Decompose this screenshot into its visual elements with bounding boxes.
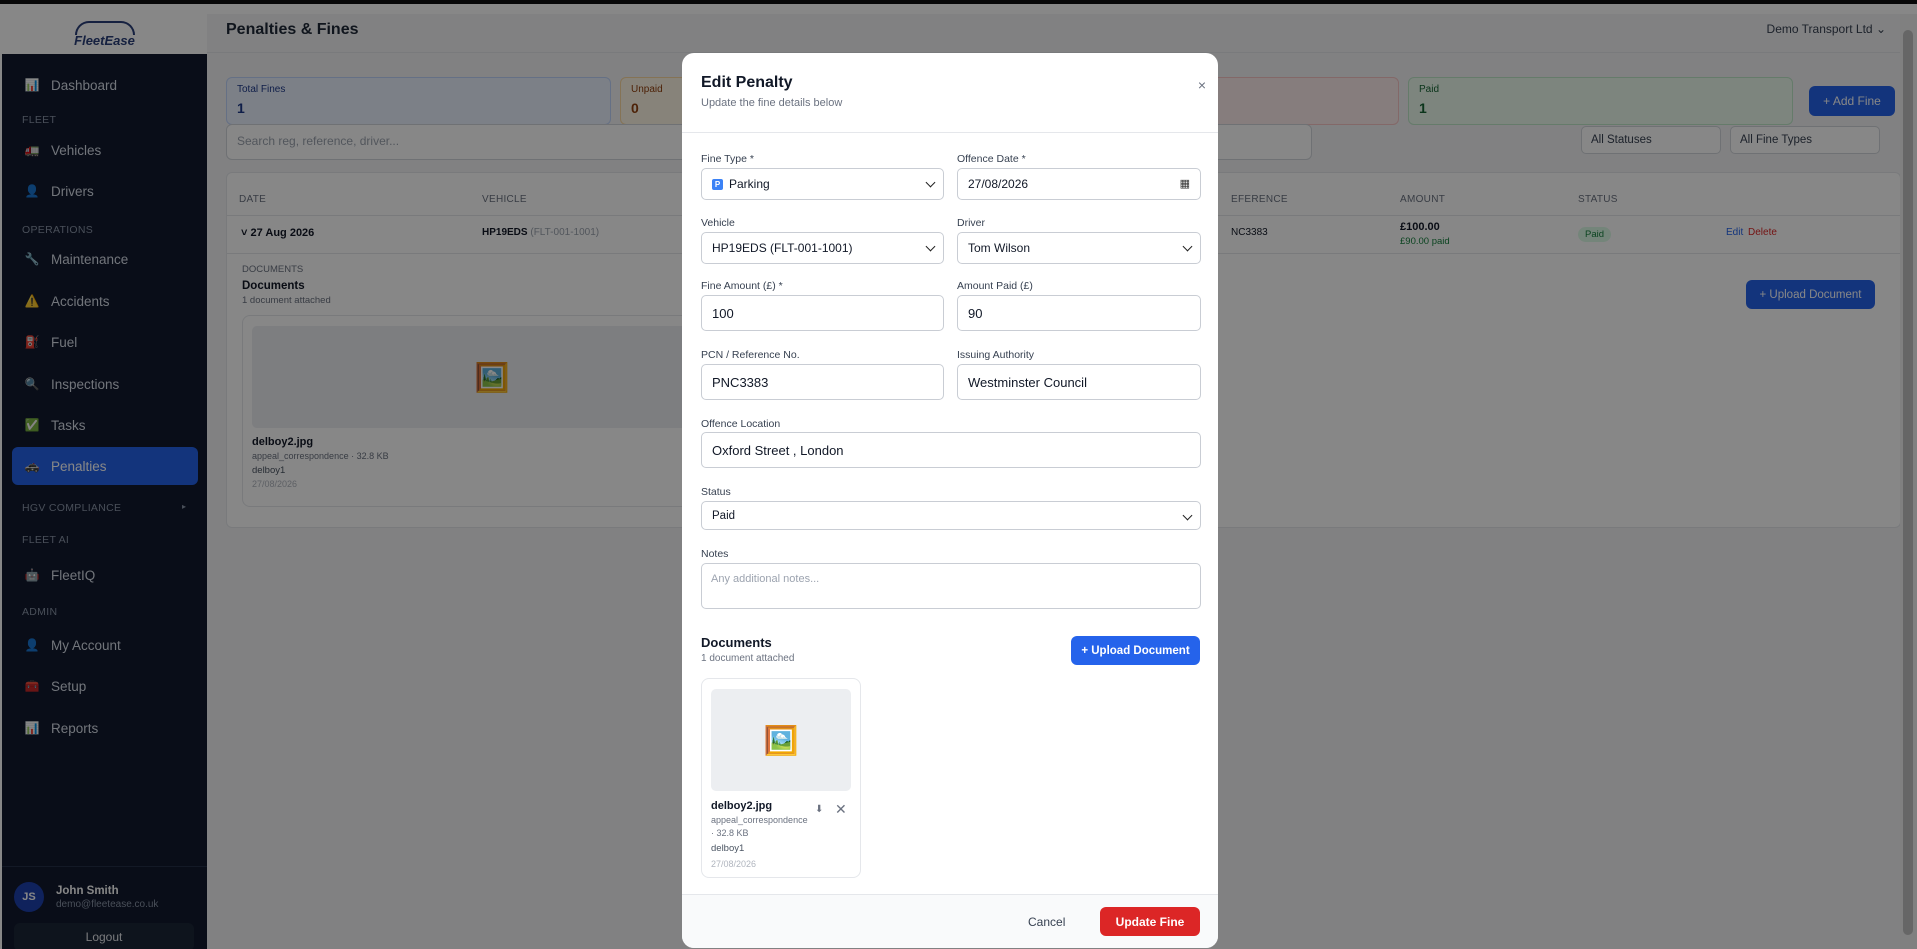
vehicle-label: Vehicle xyxy=(701,217,735,229)
document-date: 27/08/2026 xyxy=(711,859,757,869)
driver-label: Driver xyxy=(957,217,985,229)
offence-location-input[interactable]: Oxford Street , London xyxy=(701,432,1201,468)
document-size: · 32.8 KB xyxy=(711,828,749,838)
modal-header-divider xyxy=(682,132,1218,133)
document-card[interactable]: 🖼️ delboy2.jpg appeal_correspondence · 3… xyxy=(701,678,861,878)
chevron-down-icon xyxy=(1182,510,1193,521)
image-file-icon: 🖼️ xyxy=(711,689,851,791)
issuing-authority-value: Westminster Council xyxy=(968,374,1087,390)
offence-location-value: Oxford Street , London xyxy=(712,442,844,458)
edit-penalty-modal: Edit Penalty Update the fine details bel… xyxy=(682,53,1218,948)
remove-icon[interactable]: ✕ xyxy=(835,801,847,818)
notes-label: Notes xyxy=(701,548,729,560)
status-value: Paid xyxy=(712,509,736,522)
chevron-down-icon xyxy=(925,241,936,252)
pcn-input[interactable]: PNC3383 xyxy=(701,364,944,400)
amount-paid-value: 90 xyxy=(968,305,983,321)
vehicle-value: HP19EDS (FLT-001-1001) xyxy=(712,241,853,255)
fine-type-label: Fine Type * xyxy=(701,153,754,165)
document-category: appeal_correspondence xyxy=(711,815,808,825)
offence-location-label: Offence Location xyxy=(701,418,781,430)
status-label: Status xyxy=(701,486,731,498)
driver-select[interactable]: Tom Wilson xyxy=(957,232,1201,264)
notes-textarea[interactable]: Any additional notes... xyxy=(701,563,1201,609)
close-icon[interactable]: × xyxy=(1198,77,1206,93)
chevron-down-icon xyxy=(925,177,936,188)
download-icon[interactable]: ⬇ xyxy=(815,804,823,815)
chevron-down-icon xyxy=(1182,241,1193,252)
vehicle-select[interactable]: HP19EDS (FLT-001-1001) xyxy=(701,232,944,264)
offence-date-value: 27/08/2026 xyxy=(968,177,1029,191)
fine-amount-value: 100 xyxy=(712,305,734,321)
upload-document-button[interactable]: + Upload Document xyxy=(1071,636,1200,665)
pcn-value: PNC3383 xyxy=(712,374,769,390)
offence-date-label: Offence Date * xyxy=(957,153,1026,165)
update-fine-button[interactable]: Update Fine xyxy=(1100,907,1200,936)
documents-title: Documents xyxy=(701,635,772,650)
status-select[interactable]: Paid xyxy=(701,501,1201,530)
modal-subtitle: Update the fine details below xyxy=(701,97,843,109)
amount-paid-input[interactable]: 90 xyxy=(957,295,1201,331)
fine-amount-input[interactable]: 100 xyxy=(701,295,944,331)
parking-icon: P xyxy=(712,178,723,190)
pcn-label: PCN / Reference No. xyxy=(701,349,800,361)
fine-amount-label: Fine Amount (£) * xyxy=(701,280,783,292)
offence-date-input[interactable]: 27/08/2026 ▦ xyxy=(957,168,1201,200)
driver-value: Tom Wilson xyxy=(968,241,1031,255)
issuing-authority-input[interactable]: Westminster Council xyxy=(957,364,1201,400)
modal-footer: Cancel Update Fine xyxy=(682,894,1218,948)
fine-type-value: Parking xyxy=(729,177,770,191)
document-name: delboy2.jpg xyxy=(711,800,773,812)
document-uploader: delboy1 xyxy=(711,843,745,854)
amount-paid-label: Amount Paid (£) xyxy=(957,280,1033,292)
calendar-icon[interactable]: ▦ xyxy=(1180,177,1190,190)
issuing-authority-label: Issuing Authority xyxy=(957,349,1035,361)
fine-type-select[interactable]: P Parking xyxy=(701,168,944,200)
modal-title: Edit Penalty xyxy=(701,74,793,91)
documents-count: 1 document attached xyxy=(701,653,795,664)
cancel-button[interactable]: Cancel xyxy=(1028,915,1065,929)
